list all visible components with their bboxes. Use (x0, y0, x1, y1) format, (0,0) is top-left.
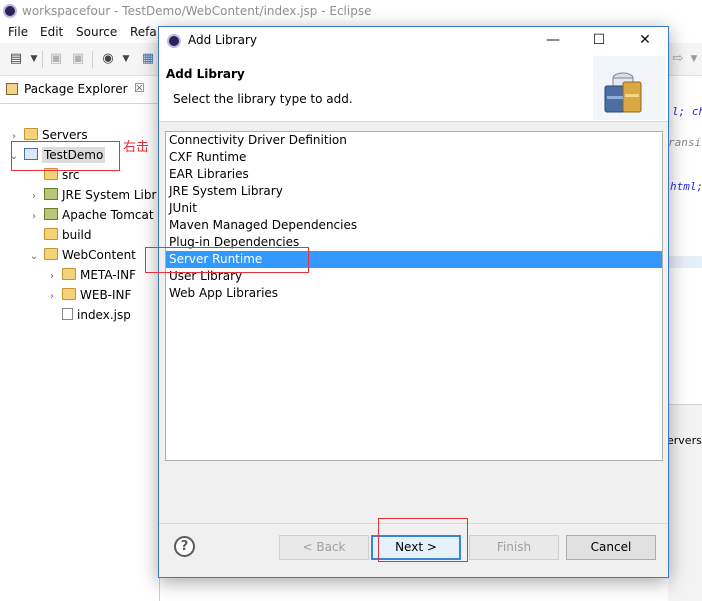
header-description: Select the library type to add. (173, 92, 353, 106)
menu-edit[interactable]: Edit (40, 25, 63, 39)
package-explorer-icon (6, 83, 18, 95)
chevron-down-icon[interactable]: ▼ (26, 51, 42, 67)
cancel-button[interactable]: Cancel (566, 535, 656, 560)
tree-item-label: Apache Tomcat (62, 208, 154, 222)
collapse-icon[interactable]: ⌄ (28, 248, 40, 266)
tree-item-label: build (62, 228, 92, 242)
list-item-ear[interactable]: EAR Libraries (166, 166, 662, 183)
close-tab-icon[interactable]: ☒ (134, 81, 145, 95)
help-icon[interactable]: ? (174, 536, 195, 557)
tree-item-build[interactable]: build (28, 226, 92, 244)
toolbar-separator (42, 51, 43, 68)
folder-icon (62, 268, 76, 280)
servers-tab-fragment[interactable]: ervers (667, 434, 702, 447)
tree-item-label: META-INF (80, 268, 137, 282)
new-file-icon[interactable]: ▤ (8, 51, 24, 67)
tree-item-tomcat[interactable]: › Apache Tomcat (28, 206, 154, 224)
editor-area (668, 76, 702, 406)
tree-item-jre[interactable]: › JRE System Libr (28, 186, 156, 204)
folder-icon (44, 248, 58, 260)
eclipse-icon (3, 4, 17, 18)
tree-item-label: WebContent (62, 248, 136, 262)
list-item-maven[interactable]: Maven Managed Dependencies (166, 217, 662, 234)
expand-icon[interactable]: › (46, 288, 58, 306)
toolbar-separator (92, 51, 93, 68)
dialog-title: Add Library (188, 33, 258, 47)
chevron-down-icon[interactable]: ▼ (118, 51, 134, 67)
tree-item-index-jsp[interactable]: index.jsp (46, 306, 131, 324)
expand-icon[interactable]: › (46, 268, 58, 286)
window-title: workspacefour - TestDemo/WebContent/inde… (22, 4, 372, 18)
maximize-icon[interactable]: ☐ (576, 27, 622, 54)
dialog-header: Add Library Select the library type to a… (159, 54, 668, 122)
expand-icon[interactable]: › (28, 188, 40, 206)
server-icon[interactable]: ▦ (140, 51, 156, 67)
annotation-right-click: 右击 (123, 140, 150, 155)
folder-icon (44, 228, 58, 240)
run-config-icon[interactable]: ◉ (100, 51, 116, 67)
save-all-icon[interactable]: ▣ (70, 51, 86, 67)
list-item-connectivity[interactable]: Connectivity Driver Definition (166, 132, 662, 149)
library-type-list[interactable]: Connectivity Driver Definition CXF Runti… (165, 131, 663, 461)
annotation-box-testdemo (11, 141, 120, 171)
folder-icon (24, 128, 38, 140)
annotation-box-server-runtime (145, 247, 309, 273)
chevron-down-icon[interactable]: ▼ (686, 51, 702, 67)
package-explorer-title: Package Explorer (24, 82, 128, 96)
package-explorer-tree: › Servers ⌄ TestDemo src › JRE System Libr … (0, 104, 160, 601)
library-icon (44, 208, 58, 220)
code-fragment: ransi (668, 136, 702, 149)
tree-item-label: Servers (42, 128, 88, 142)
forward-arrow-icon[interactable]: ⇨ (670, 51, 686, 67)
eclipse-titlebar: workspacefour - TestDemo/WebContent/inde… (0, 0, 702, 23)
dialog-titlebar: Add Library — ☐ ✕ (159, 27, 668, 54)
menu-source[interactable]: Source (76, 25, 117, 39)
header-title: Add Library (166, 67, 245, 81)
package-explorer-tab[interactable]: Package Explorer ☒ (6, 81, 145, 96)
list-item-cxf[interactable]: CXF Runtime (166, 149, 662, 166)
library-banner-icon (593, 56, 665, 120)
back-button[interactable]: < Back (279, 535, 369, 560)
list-item-web-app[interactable]: Web App Libraries (166, 285, 662, 302)
list-item-junit[interactable]: JUnit (166, 200, 662, 217)
tree-item-webcontent[interactable]: ⌄ WebContent (28, 246, 136, 264)
library-icon (44, 188, 58, 200)
annotation-box-next (378, 518, 468, 562)
code-fragment: html; (670, 180, 702, 193)
editor-highlight-line (668, 256, 702, 268)
finish-button[interactable]: Finish (469, 535, 559, 560)
package-explorer-tabbar: Package Explorer ☒ (0, 76, 160, 104)
tree-item-label: index.jsp (77, 308, 131, 322)
list-item-jre[interactable]: JRE System Library (166, 183, 662, 200)
add-library-dialog: Add Library — ☐ ✕ Add Library Select the… (158, 26, 669, 578)
code-fragment: l; ch (672, 105, 702, 118)
tree-item-web-inf[interactable]: › WEB-INF (46, 286, 131, 304)
menu-refactor[interactable]: Refa (130, 25, 157, 39)
eclipse-icon (167, 34, 181, 48)
folder-icon (62, 288, 76, 300)
minimize-icon[interactable]: — (530, 27, 576, 54)
close-icon[interactable]: ✕ (622, 27, 668, 54)
jsp-file-icon (62, 308, 73, 320)
menu-file[interactable]: File (8, 25, 28, 39)
tree-item-meta-inf[interactable]: › META-INF (46, 266, 136, 284)
tree-item-label: WEB-INF (80, 288, 132, 302)
save-icon[interactable]: ▣ (48, 51, 64, 67)
expand-icon[interactable]: › (28, 208, 40, 226)
tree-item-label: JRE System Libr (62, 188, 157, 202)
